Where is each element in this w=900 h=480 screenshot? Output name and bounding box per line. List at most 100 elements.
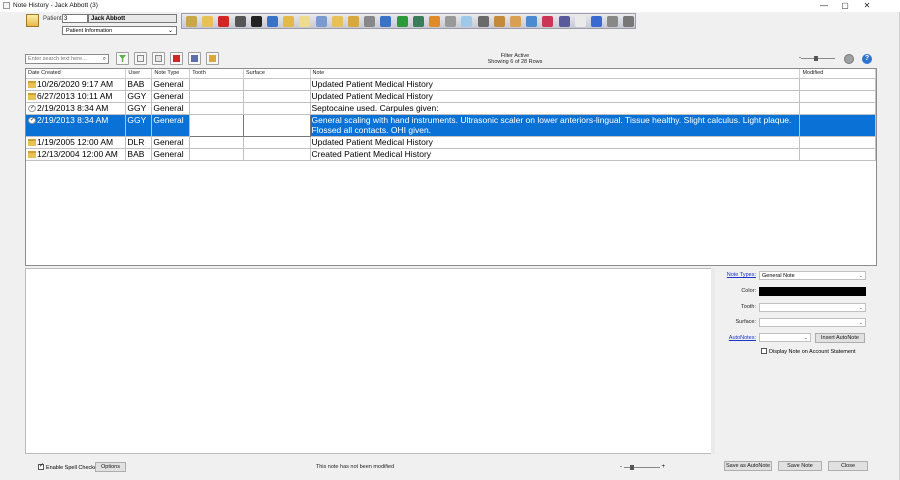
col-modified[interactable]: Modified (799, 69, 876, 79)
patient-button[interactable] (206, 52, 219, 65)
surface-cell[interactable] (243, 90, 311, 103)
print-button[interactable] (188, 52, 201, 65)
color-swatch[interactable] (759, 287, 866, 296)
user-cell[interactable]: DLR (125, 136, 153, 149)
note-type-cell[interactable]: General (151, 102, 191, 115)
modified-cell[interactable] (799, 78, 876, 91)
user-cell[interactable]: GGY (125, 102, 153, 115)
patient-info-select[interactable]: Patient Information ⌄ (62, 26, 177, 35)
box-icon[interactable] (364, 16, 376, 27)
zoom-out-icon[interactable]: - (799, 55, 801, 61)
patient-number-field[interactable]: 3 (62, 14, 88, 23)
printer-icon[interactable] (234, 16, 246, 27)
note-zoom-slider[interactable]: - + (620, 464, 665, 470)
display-on-statement-checkbox[interactable] (761, 348, 767, 354)
table-row[interactable]: 2/19/2013 8:34 AM GGY General Septocaine us… (26, 102, 876, 115)
col-note-type[interactable]: Note Type (151, 69, 191, 79)
note-cell[interactable]: General scaling with hand instruments. U… (310, 114, 801, 137)
date-cell[interactable]: 12/13/2004 12:00 AM (26, 148, 127, 161)
pill-icon[interactable] (429, 16, 440, 27)
envelope-icon[interactable] (299, 16, 311, 27)
table-row[interactable]: 1/19/2005 12:00 AM DLR General Updated Pati… (26, 136, 876, 149)
arrows-icon[interactable] (396, 16, 408, 27)
clipboard-icon[interactable] (445, 16, 457, 27)
table-row[interactable]: 2/19/2013 8:34 AM GGY General General scali… (26, 113, 876, 137)
modified-cell[interactable] (799, 136, 876, 149)
tooth-cell[interactable] (189, 102, 244, 115)
grid-zoom-slider[interactable]: - (799, 55, 835, 61)
tooth-cell[interactable] (189, 148, 244, 161)
tooth-cell[interactable] (189, 78, 244, 91)
camera2-icon[interactable] (623, 16, 635, 27)
surface-cell[interactable] (243, 102, 311, 115)
note-cell[interactable]: Updated Patient Medical History (310, 78, 801, 91)
status-circle-icon[interactable] (844, 54, 854, 64)
note-type-cell[interactable]: General (151, 148, 191, 161)
modified-cell[interactable] (799, 90, 876, 103)
zoom-slider-handle[interactable] (630, 465, 634, 470)
table-row[interactable]: 6/27/2013 10:11 AM GGY General Updated Pati… (26, 90, 876, 103)
note-type-cell[interactable]: General (151, 114, 191, 137)
search-icon[interactable]: ⌕ (103, 55, 106, 63)
col-user[interactable]: User (125, 69, 153, 79)
surface-select[interactable]: ⌄ (759, 318, 866, 327)
tooth-cell[interactable] (189, 90, 244, 103)
date-cell[interactable]: 2/19/2013 8:34 AM (26, 102, 127, 115)
table-row[interactable]: 12/13/2004 12:00 AM BAB General Created Pat… (26, 148, 876, 161)
note-scrollbar[interactable] (711, 268, 715, 454)
surface-cell[interactable] (243, 148, 311, 161)
user-cell[interactable]: BAB (125, 78, 153, 91)
folder-icon[interactable] (283, 16, 295, 27)
user-cell[interactable]: GGY (125, 114, 153, 137)
note-cell[interactable]: Updated Patient Medical History (310, 90, 801, 103)
note-text-area[interactable] (25, 268, 713, 454)
table-row[interactable]: 10/26/2020 9:17 AM BAB General Updated Pati… (26, 78, 876, 91)
zoom-slider-handle[interactable] (814, 56, 818, 61)
surface-cell[interactable] (243, 78, 311, 91)
maximize-button[interactable]: ▢ (839, 1, 851, 11)
col-date-created[interactable]: Date Created (26, 69, 127, 79)
save-note-button[interactable]: Save Note (778, 461, 822, 471)
tooth-select[interactable]: ⌄ (759, 303, 866, 312)
modified-cell[interactable] (799, 102, 876, 115)
patient-select-icon[interactable] (26, 14, 39, 27)
note-cell[interactable]: Septocaine used. Carpules given: (310, 102, 801, 115)
tooth-cell[interactable] (189, 136, 244, 149)
brush-icon[interactable] (526, 16, 538, 27)
drawing-icon[interactable] (542, 16, 554, 27)
col-tooth[interactable]: Tooth (189, 69, 244, 79)
spell-check-checkbox[interactable] (38, 462, 44, 470)
filter-button[interactable] (116, 52, 129, 65)
modified-cell[interactable] (799, 114, 876, 137)
date-cell[interactable]: 6/27/2013 10:11 AM (26, 90, 127, 103)
phone-icon[interactable] (558, 16, 570, 27)
note-icon[interactable] (202, 16, 214, 27)
tool-icon[interactable] (510, 16, 521, 27)
surface-cell[interactable] (243, 136, 311, 149)
zoom-in-icon[interactable]: + (661, 464, 665, 470)
help-icon[interactable]: ? (862, 54, 872, 64)
docs-icon[interactable] (331, 16, 343, 27)
tooth-cell[interactable] (189, 113, 244, 137)
wrench-icon[interactable] (607, 16, 619, 27)
folder-open-icon[interactable] (348, 16, 359, 27)
add-note-button[interactable] (134, 52, 147, 65)
chart2-icon[interactable] (412, 16, 424, 27)
note-types-link[interactable]: Note Types: (716, 272, 756, 278)
pen-icon[interactable] (493, 16, 505, 27)
close-window-button[interactable]: ✕ (861, 1, 873, 11)
autonotes-link[interactable]: AutoNotes: (716, 335, 756, 341)
date-cell[interactable]: 2/19/2013 8:34 AM (26, 114, 127, 137)
search-input[interactable]: Enter search text here... ⌕ (25, 54, 109, 64)
note-cell[interactable]: Updated Patient Medical History (310, 136, 801, 149)
rx-icon[interactable] (250, 16, 262, 27)
stamp-icon[interactable] (380, 16, 392, 27)
surface-cell[interactable] (242, 113, 311, 137)
modified-cell[interactable] (799, 148, 876, 161)
note-type-cell[interactable]: General (151, 136, 191, 149)
zoom-out-icon[interactable]: - (620, 464, 622, 470)
note-types-select[interactable]: General Note ⌄ (759, 271, 866, 280)
note-type-cell[interactable]: General (151, 78, 191, 91)
delete-note-button[interactable] (170, 52, 183, 65)
user-cell[interactable]: GGY (125, 90, 153, 103)
